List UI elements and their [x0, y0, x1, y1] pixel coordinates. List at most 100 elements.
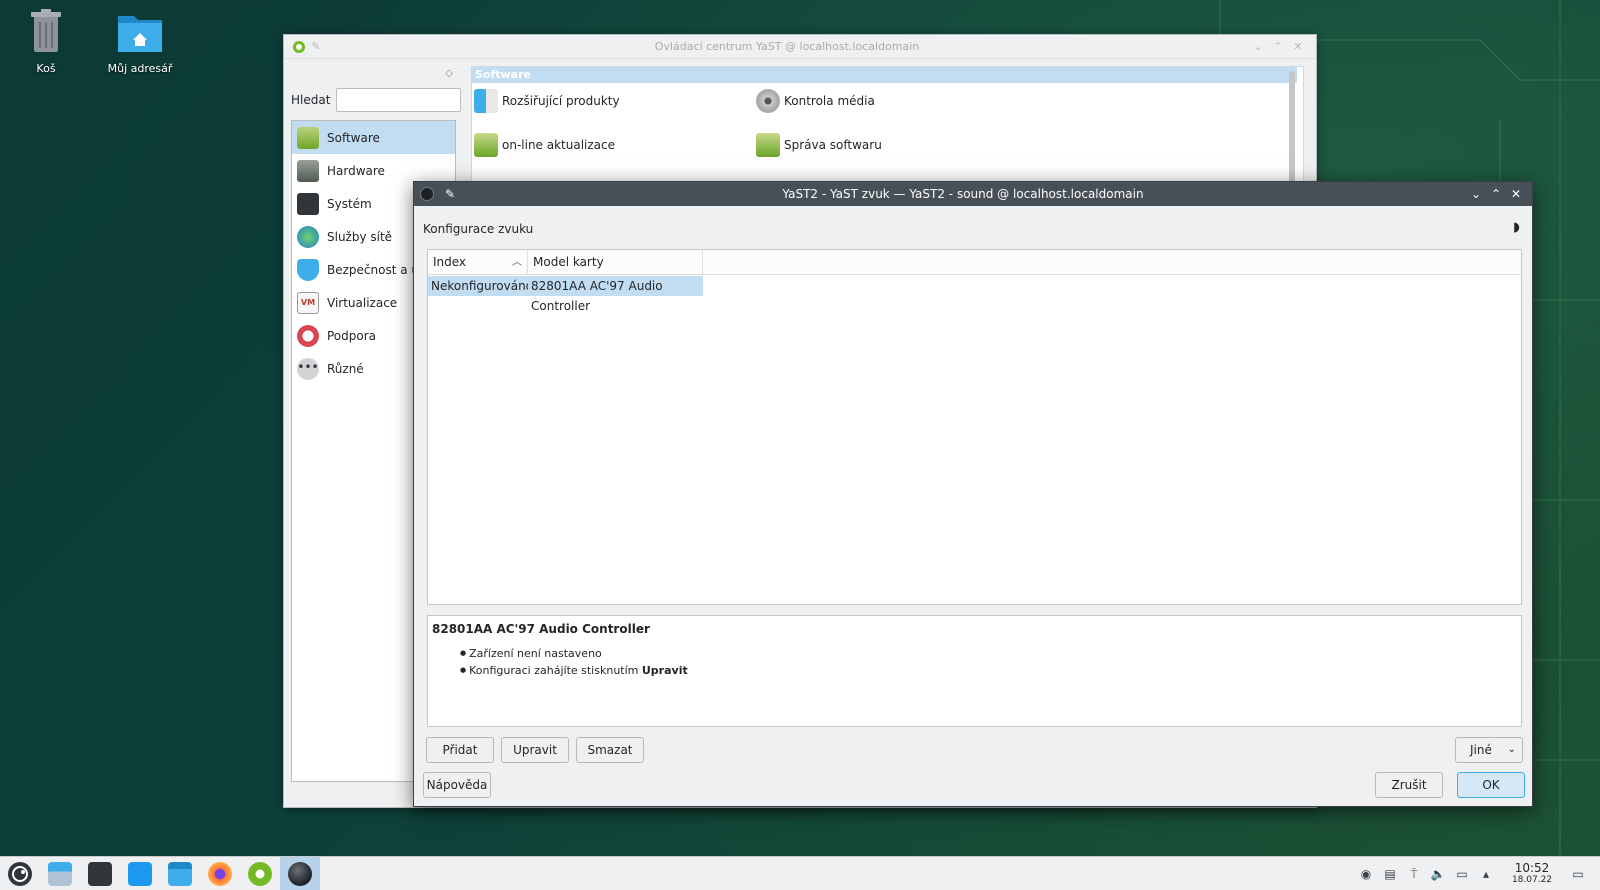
sort-ascending-icon: ︿: [512, 257, 522, 268]
tray-expand-icon[interactable]: ▴: [1474, 867, 1498, 881]
taskbar: ◉ ▤ ⍑ 🔈 ▭ ▴ 10:52 18.07.22 ▭: [0, 856, 1600, 890]
category-label: Podpora: [327, 328, 377, 343]
chevron-down-icon: ⌄: [1507, 744, 1516, 755]
clock-date: 18.07.22: [1511, 875, 1553, 885]
info-line: Zařízení není nastaveno: [469, 647, 602, 660]
info-line: Konfiguraci zahájíte stisknutím: [469, 664, 639, 677]
module-online-update[interactable]: on-line aktualizace: [474, 133, 615, 157]
clipboard-icon[interactable]: ▤: [1378, 867, 1402, 881]
usb-device-icon[interactable]: ⍑: [1402, 867, 1426, 882]
application-launcher[interactable]: [0, 857, 40, 890]
clock-time: 10:52: [1514, 861, 1550, 875]
yast-sound-dialog[interactable]: ✎ YaST2 - YaST zvuk — YaST2 - sound @ lo…: [413, 181, 1533, 807]
system-icon: [297, 192, 319, 215]
yast-app-icon: [420, 187, 434, 201]
store-icon: [128, 861, 152, 886]
close-icon[interactable]: ✕: [1288, 40, 1308, 53]
taskbar-yast-control-center[interactable]: [240, 857, 280, 890]
taskbar-firefox[interactable]: [200, 857, 240, 890]
add-button[interactable]: Přidat: [426, 737, 494, 763]
edit-button[interactable]: Upravit: [501, 737, 569, 763]
clock[interactable]: 10:52 18.07.22: [1504, 862, 1560, 886]
module-software-management[interactable]: Správa softwaru: [756, 133, 882, 157]
help-button[interactable]: Nápověda: [423, 772, 491, 798]
search-input[interactable]: [336, 88, 462, 112]
dialog-heading: Konfigurace zvuku: [423, 222, 534, 236]
cc-titlebar[interactable]: ✎ Ovládací centrum YaST @ localhost.loca…: [284, 35, 1316, 59]
online-update-icon: [474, 133, 498, 157]
minimize-icon[interactable]: ⌄: [1248, 40, 1268, 53]
yast-icon: [248, 861, 272, 886]
module-label: on-line aktualizace: [502, 138, 616, 152]
taskbar-yast-sound[interactable]: [280, 856, 320, 890]
taskbar-file-manager[interactable]: [160, 857, 200, 890]
home-folder-icon: [118, 16, 162, 52]
hardware-icon: [297, 159, 319, 182]
module-label: Rozšiřující produkty: [502, 94, 620, 108]
column-header-index[interactable]: Index ︿: [428, 250, 528, 274]
trash-icon: [31, 9, 61, 52]
dialog-titlebar[interactable]: ✎ YaST2 - YaST zvuk — YaST2 - sound @ lo…: [414, 182, 1532, 206]
category-label: Služby sítě: [327, 229, 393, 244]
media-check-icon: [756, 89, 780, 113]
category-label: Virtualizace: [327, 295, 398, 310]
taskbar-system-settings[interactable]: [80, 857, 120, 890]
section-header: Software: [472, 67, 1297, 83]
category-label: Software: [327, 130, 380, 145]
search-label: Hledat: [291, 93, 331, 107]
cell-model: 82801AA AC'97 Audio Controller: [528, 276, 703, 313]
category-software[interactable]: Software: [292, 121, 455, 154]
virtualization-icon: VM: [297, 291, 319, 314]
category-label: Hardware: [327, 163, 385, 178]
pin-icon[interactable]: ✎: [306, 40, 326, 53]
cell-index: Nekonfigurováno: [428, 276, 533, 296]
table-row[interactable]: Nekonfigurováno 82801AA AC'97 Audio Cont…: [428, 276, 1521, 313]
software-icon: [297, 126, 319, 149]
taskbar-discover[interactable]: [120, 857, 160, 890]
folder-icon: [168, 861, 192, 886]
module-media-check[interactable]: Kontrola média: [756, 89, 875, 113]
desktop-icon: [48, 861, 72, 886]
settings-icon: [88, 861, 112, 886]
show-desktop-icon[interactable]: ▭: [1566, 867, 1590, 881]
misc-icon: •••: [297, 357, 319, 380]
taskbar-show-desktop[interactable]: [40, 857, 80, 890]
list-item: Zařízení není nastaveno: [460, 646, 1517, 663]
support-icon: [297, 324, 319, 347]
desktop-icon-label: Můj adresář: [107, 62, 173, 75]
network-icon[interactable]: ▭: [1450, 867, 1474, 881]
minimize-icon[interactable]: ⌄: [1466, 187, 1486, 201]
desktop-icon-trash[interactable]: Koš: [6, 8, 86, 75]
diamond-icon[interactable]: ◇: [445, 68, 453, 79]
sound-card-table[interactable]: Index ︿ Model karty Nekonfigurováno 8280…: [427, 249, 1522, 605]
yast-sound-icon: [288, 861, 312, 886]
cancel-button[interactable]: Zrušit: [1375, 772, 1443, 798]
yast-app-icon: [293, 40, 305, 53]
card-info-panel: 82801AA AC'97 Audio Controller Zařízení …: [427, 615, 1522, 727]
dialog-title: YaST2 - YaST zvuk — YaST2 - sound @ loca…: [782, 187, 1144, 201]
delete-button[interactable]: Smazat: [576, 737, 644, 763]
module-label: Kontrola média: [784, 94, 875, 108]
pin-icon[interactable]: ✎: [440, 187, 460, 201]
column-header-model[interactable]: Model karty: [528, 250, 703, 274]
column-label: Model karty: [533, 255, 604, 269]
maximize-icon[interactable]: ⌃: [1268, 40, 1288, 53]
list-item: Konfiguraci zahájíte stisknutím Upravit: [460, 663, 1517, 680]
ok-button[interactable]: OK: [1457, 772, 1525, 798]
other-dropdown-button[interactable]: Jiné ⌄: [1455, 737, 1523, 763]
network-services-icon: [297, 225, 319, 248]
module-add-on-products[interactable]: Rozšiřující produkty: [474, 89, 620, 113]
desktop-icon-home[interactable]: Můj adresář: [100, 8, 180, 75]
volume-icon[interactable]: 🔈: [1426, 867, 1450, 881]
add-on-products-icon: [474, 89, 498, 113]
category-label: Různé: [327, 361, 364, 376]
updates-icon[interactable]: ◉: [1354, 867, 1378, 881]
system-tray: ◉ ▤ ⍑ 🔈 ▭ ▴ 10:52 18.07.22 ▭: [1354, 857, 1600, 890]
close-icon[interactable]: ✕: [1506, 187, 1526, 201]
software-management-icon: [756, 133, 780, 157]
category-label: Systém: [327, 196, 372, 211]
maximize-icon[interactable]: ⌃: [1486, 187, 1506, 201]
desktop-icon-label: Koš: [36, 62, 56, 75]
column-label: Index: [433, 255, 467, 269]
opensuse-logo-icon: [8, 861, 32, 886]
